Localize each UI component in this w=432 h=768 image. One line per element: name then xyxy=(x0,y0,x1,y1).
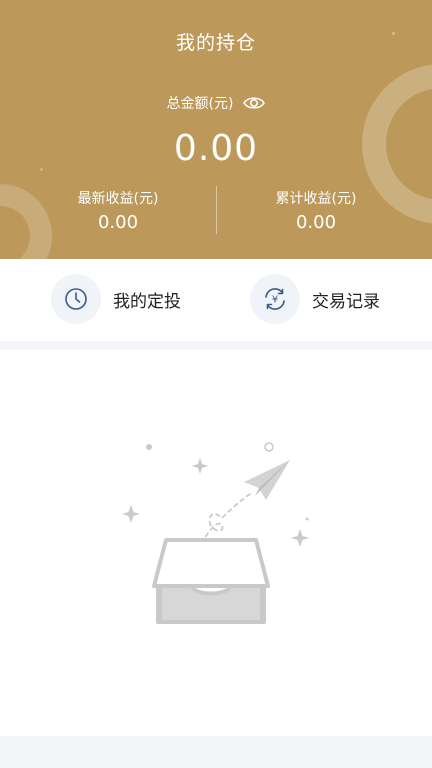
latest-profit: 最新收益(元) 0.00 xyxy=(10,188,226,233)
cumulative-profit-label: 累计收益(元) xyxy=(275,191,357,207)
my-fixed-investment-button[interactable]: 我的定投 xyxy=(51,273,181,325)
transaction-records-label: 交易记录 xyxy=(312,291,380,312)
yuan-refresh-icon: ¥ xyxy=(250,274,300,324)
total-amount-label: 总金额(元) xyxy=(166,96,234,112)
clock-icon xyxy=(51,274,101,324)
cumulative-profit-value: 0.00 xyxy=(295,212,337,233)
latest-profit-value: 0.00 xyxy=(97,212,139,233)
my-fixed-investment-label: 我的定投 xyxy=(113,291,181,312)
page-title: 我的持仓 xyxy=(175,32,256,54)
quick-actions: 我的定投 ¥ 交易记录 xyxy=(0,259,432,341)
latest-profit-label: 最新收益(元) xyxy=(77,191,159,207)
transaction-records-button[interactable]: ¥ 交易记录 xyxy=(250,273,380,325)
holdings-header: 我的持仓 总金额(元) 0.00 最新收益(元) 0.00 累计收益(元) 0.… xyxy=(0,0,432,259)
empty-state-panel xyxy=(0,350,432,736)
empty-inbox-paper-plane-illustration xyxy=(122,442,309,624)
total-amount-value: 0.00 xyxy=(173,128,259,169)
eye-icon[interactable] xyxy=(243,95,266,111)
svg-text:¥: ¥ xyxy=(272,295,278,306)
total-amount-row: 总金额(元) xyxy=(0,93,432,113)
cumulative-profit: 累计收益(元) 0.00 xyxy=(208,188,424,233)
